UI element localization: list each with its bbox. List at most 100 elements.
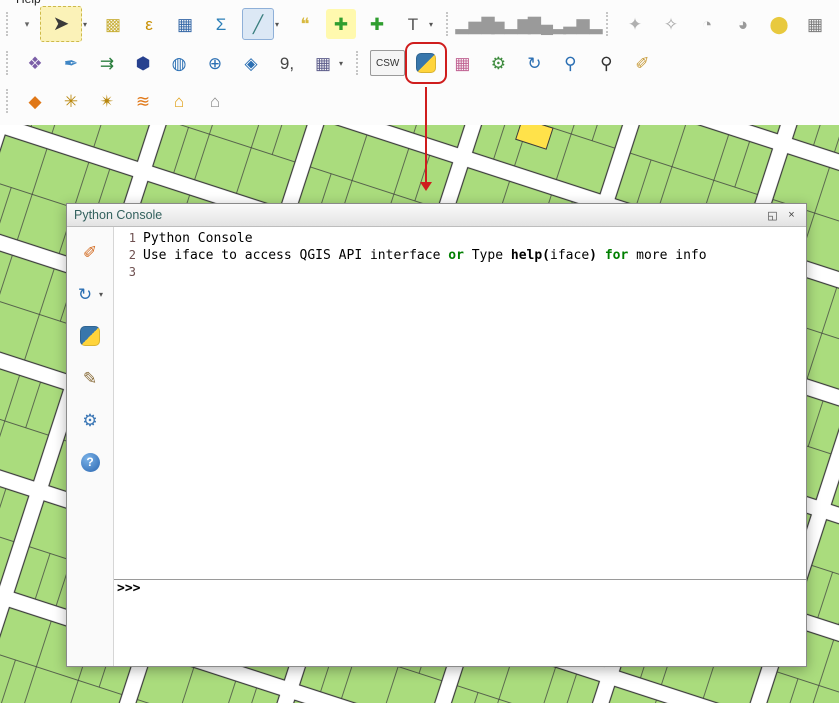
python-console-icon[interactable] xyxy=(411,48,441,78)
run-command-dropdown-icon[interactable]: ▾ xyxy=(99,290,108,299)
polygon-outline-icon[interactable]: ⌂ xyxy=(200,86,230,116)
polygon-outline-icon-wrap: ⌂ xyxy=(200,86,230,116)
globe-arrow-icon-2-wrap: ◕ xyxy=(728,9,758,39)
globe-arrow-icon-1[interactable]: ◔ xyxy=(692,9,722,39)
clear-console-icon[interactable]: ✐ xyxy=(77,239,103,265)
deselect-features-icon[interactable]: ▩ xyxy=(98,9,128,39)
python-console-window: Python Console ◱ × ✐ ↻▾ ✎ ⚙? 1 Python Conso… xyxy=(66,203,807,667)
add-mesh-layer-dropdown-icon[interactable]: ▾ xyxy=(339,59,348,68)
search-icon[interactable]: ⚲ xyxy=(591,48,621,78)
menu-help[interactable]: Help xyxy=(16,0,41,6)
new-virtual-layer-icon[interactable]: ⬢ xyxy=(128,48,158,78)
new-geopackage-layer-icon-wrap: ❖ xyxy=(20,48,50,78)
show-editor-icon[interactable]: ✎ xyxy=(77,365,103,391)
console-line-1: Python Console xyxy=(143,230,253,247)
raster-sparkle-icon-1[interactable]: ✦ xyxy=(620,9,650,39)
help-icon-wrap: ? xyxy=(77,449,103,475)
map-tips-icon[interactable]: ❝ xyxy=(290,9,320,39)
metasearch-csw-button[interactable]: CSW xyxy=(370,50,405,76)
form-annotation-icon[interactable]: ✚ xyxy=(362,9,392,39)
add-wfs-layer-icon-wrap: ◈ xyxy=(236,48,266,78)
help-icon[interactable]: ? xyxy=(77,449,103,475)
plugin-grid-icon-wrap: ▦ xyxy=(447,48,477,78)
new-annotation-icon-wrap: ✚ xyxy=(326,9,356,39)
console-input-area[interactable]: >>> xyxy=(114,579,806,666)
toolbar-handle-2 xyxy=(446,12,452,36)
window-title: Python Console xyxy=(74,208,162,222)
console-editor-region: 1 Python Console 2 Use iface to access Q… xyxy=(113,227,806,666)
highlight-tool-icon[interactable]: ⬤ xyxy=(764,9,794,39)
select-features-icon[interactable]: ➤ xyxy=(40,6,82,42)
add-wcs-layer-icon[interactable]: ⊕ xyxy=(200,48,230,78)
zoom-refresh-icon[interactable]: ⚲ xyxy=(555,48,585,78)
wand-icon-wrap: ✐ xyxy=(627,48,657,78)
add-mesh-layer-icon[interactable]: ▦ xyxy=(308,48,338,78)
console-line-row: 3 xyxy=(114,264,806,281)
options-icon[interactable]: ⚙ xyxy=(77,407,103,433)
histogram-tool-icon-3[interactable]: ▇▄▂ xyxy=(532,9,562,39)
python-logo xyxy=(80,326,100,346)
console-output-area[interactable]: 1 Python Console 2 Use iface to access Q… xyxy=(114,227,806,579)
line-number-1: 1 xyxy=(114,230,143,247)
measure-icon[interactable]: ╱ xyxy=(242,8,274,40)
plugin-grid-icon[interactable]: ▦ xyxy=(447,48,477,78)
new-shapefile-layer-icon-wrap: ✒ xyxy=(56,48,86,78)
extension-chevron-icon-wrap: ▾ xyxy=(20,15,34,33)
close-window-button[interactable]: × xyxy=(784,208,799,223)
raster-sparkle-icon-2[interactable]: ✧ xyxy=(656,9,686,39)
spark-tool-icon-1[interactable]: ✳ xyxy=(56,86,86,116)
new-shapefile-layer-icon[interactable]: ✒ xyxy=(56,48,86,78)
toolbar-handle-5 xyxy=(356,51,362,75)
console-body: ✐ ↻▾ ✎ ⚙? 1 Python Console 2 Use iface to a… xyxy=(67,227,806,666)
run-command-icon[interactable]: ↻ xyxy=(72,281,98,307)
add-delimited-text-layer-icon[interactable]: 9, xyxy=(272,48,302,78)
console-line-row: 1 Python Console xyxy=(114,230,806,247)
console-line-2: Use iface to access QGIS API interface o… xyxy=(143,247,707,264)
histogram-tool-icon-1-wrap: ▂▅▇ xyxy=(460,9,490,39)
grid-tool-icon[interactable]: ▦ xyxy=(800,9,830,39)
spark-tool-icon-2[interactable]: ✴ xyxy=(92,86,122,116)
new-annotation-icon[interactable]: ✚ xyxy=(326,9,356,39)
run-command-icon-wrap: ↻▾ xyxy=(72,281,108,307)
statistics-icon[interactable]: Σ xyxy=(206,9,236,39)
add-wms-layer-icon[interactable]: ◍ xyxy=(164,48,194,78)
interpolation-icon[interactable]: ◆ xyxy=(20,86,50,116)
python-console-titlebar[interactable]: Python Console ◱ × xyxy=(67,204,806,227)
measure-dropdown-icon[interactable]: ▾ xyxy=(275,20,284,29)
new-geopackage-layer-icon[interactable]: ❖ xyxy=(20,48,50,78)
python-console-tool-icon-wrap xyxy=(77,323,103,349)
attribute-table-icon[interactable]: ▦ xyxy=(170,9,200,39)
globe-arrow-icon-2[interactable]: ◕ xyxy=(728,9,758,39)
interpolation-icon-wrap: ◆ xyxy=(20,86,50,116)
refresh-icon[interactable]: ↻ xyxy=(519,48,549,78)
spark-tool-icon-1-wrap: ✳ xyxy=(56,86,86,116)
text-annotation-dropdown-icon[interactable]: ▾ xyxy=(429,20,438,29)
text-annotation-icon[interactable]: T xyxy=(398,9,428,39)
histogram-tool-icon-2-wrap: ▅▂▆ xyxy=(496,9,526,39)
select-features-dropdown-icon[interactable]: ▾ xyxy=(83,20,92,29)
attribute-table-icon-wrap: ▦ xyxy=(170,9,200,39)
arg-iface: iface xyxy=(550,248,589,263)
line2-text-4: more info xyxy=(628,248,706,263)
select-by-expression-icon[interactable]: ε xyxy=(134,9,164,39)
wand-icon[interactable]: ✐ xyxy=(627,48,657,78)
new-spatialite-layer-icon[interactable]: ⇉ xyxy=(92,48,122,78)
extension-chevron-icon[interactable]: ▾ xyxy=(20,15,34,33)
keyword-for: for xyxy=(605,248,628,263)
terrain-layers-icon[interactable]: ≋ xyxy=(128,86,158,116)
toolbar-handle-3 xyxy=(606,12,612,36)
histogram-tool-icon-4-wrap: ▃▆▂ xyxy=(568,9,598,39)
plugin-manager-icon[interactable]: ⚙ xyxy=(483,48,513,78)
add-delimited-text-layer-icon-wrap: 9, xyxy=(272,48,302,78)
add-wfs-layer-icon[interactable]: ◈ xyxy=(236,48,266,78)
histogram-tool-icon-4[interactable]: ▃▆▂ xyxy=(568,9,598,39)
contour-icon[interactable]: ⌂ xyxy=(164,86,194,116)
python-console-tool-icon[interactable] xyxy=(77,323,103,349)
options-icon-wrap: ⚙ xyxy=(77,407,103,433)
select-features-icon-wrap: ➤▾ xyxy=(40,6,92,42)
console-line-row: 2 Use iface to access QGIS API interface… xyxy=(114,247,806,264)
clear-console-icon-wrap: ✐ xyxy=(77,239,103,265)
float-window-button[interactable]: ◱ xyxy=(765,208,780,223)
histogram-tool-icon-1[interactable]: ▂▅▇ xyxy=(460,9,490,39)
histogram-tool-icon-2[interactable]: ▅▂▆ xyxy=(496,9,526,39)
